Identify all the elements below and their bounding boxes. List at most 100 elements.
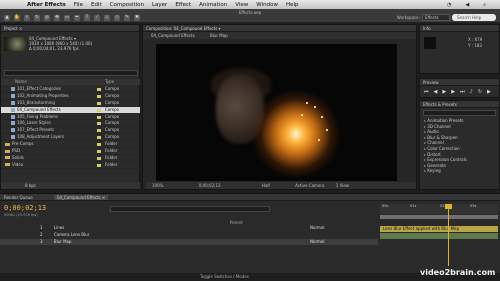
label-color[interactable] — [97, 88, 101, 91]
time-ruler[interactable]: 00s 01s 02s 03s — [380, 204, 498, 214]
play-icon[interactable]: ▶ — [442, 89, 446, 95]
workspace-select[interactable]: Effects — [422, 14, 450, 21]
tab-info[interactable]: Info — [420, 25, 499, 32]
ram-preview-icon[interactable]: ▶ — [487, 89, 491, 95]
label-color[interactable] — [97, 150, 101, 154]
label-color[interactable] — [97, 156, 101, 160]
tab-preview[interactable]: Preview — [420, 79, 499, 86]
col-name[interactable]: Name — [15, 79, 27, 84]
tab-project[interactable]: Project × — [1, 25, 139, 32]
list-item[interactable]: 107_Effect Presets Compo — [1, 127, 140, 135]
view-layout-select[interactable]: 1 View — [336, 183, 349, 188]
folder-icon — [5, 149, 10, 153]
selection-tool-icon[interactable]: ▲ — [4, 15, 10, 21]
effect-category[interactable]: Keying — [420, 168, 499, 174]
zoom-select[interactable]: 100% — [152, 183, 163, 188]
layer-bar-blurmap[interactable] — [380, 233, 498, 239]
camera-tool-icon[interactable]: ◎ — [44, 15, 50, 21]
toggle-switches-modes[interactable]: Toggle Switches / Modes — [200, 274, 249, 279]
wifi-icon[interactable]: ◔ — [447, 2, 451, 8]
roto-tool-icon[interactable]: ✎ — [124, 15, 130, 21]
label-color[interactable] — [97, 163, 101, 167]
resolution-select[interactable]: Half — [262, 183, 270, 188]
subtab-comp[interactable]: 04_Compound Effects — [151, 33, 195, 38]
layer-row[interactable]: 1 Lines Normal — [0, 225, 378, 231]
label-color[interactable] — [97, 136, 101, 140]
col-type[interactable]: Type — [105, 79, 114, 85]
layer-row[interactable]: 2 Camera Lens Blur — [0, 232, 378, 238]
list-item[interactable]: Solids Folder — [1, 155, 140, 162]
audio-icon[interactable]: ♪ — [470, 89, 473, 95]
layer-mode[interactable]: Normal — [310, 225, 324, 231]
list-item-selected[interactable]: 04_Compound Effects Compo — [1, 106, 140, 114]
list-item[interactable]: 102_Animating Properties Compo — [1, 93, 140, 100]
rectangle-tool-icon[interactable]: ▭ — [64, 15, 70, 21]
folder-icon — [5, 142, 10, 146]
label-color[interactable] — [97, 143, 101, 147]
type-tool-icon[interactable]: T — [84, 15, 90, 21]
timeline-timecode[interactable]: 0;00;02;13 — [4, 204, 46, 212]
spotlight-icon[interactable]: ⌕ — [483, 2, 486, 8]
menu-help[interactable]: Help — [286, 2, 299, 8]
tab-timeline-comp[interactable]: 04_Compound Effects × — [53, 195, 109, 200]
loop-icon[interactable]: ↻ — [478, 89, 482, 95]
bit-depth[interactable]: 8 bpc — [25, 183, 36, 188]
tab-composition[interactable]: Composition: 04_Compound Effects ▾ — [143, 25, 416, 32]
timeline-search-input[interactable] — [110, 206, 270, 212]
clone-tool-icon[interactable]: ⊥ — [104, 15, 110, 21]
first-frame-icon[interactable]: ⏮ — [424, 89, 429, 95]
menu-composition[interactable]: Composition — [110, 2, 144, 8]
label-color[interactable] — [97, 108, 101, 112]
list-item[interactable]: 106_Laser Styles Compo — [1, 120, 140, 128]
menu-edit[interactable]: Edit — [91, 2, 102, 8]
video2brain-watermark: video2brain.com — [420, 268, 496, 277]
menu-window[interactable]: Window — [256, 2, 278, 8]
list-item[interactable]: 108_Adjustment Layers Compo — [1, 134, 140, 142]
last-frame-icon[interactable]: ⏭ — [460, 89, 465, 95]
spark — [314, 106, 316, 108]
current-time[interactable]: 0;00;02;13 — [199, 183, 221, 188]
layer-row[interactable]: 3 Blur Map Normal — [0, 239, 378, 245]
menu-view[interactable]: View — [235, 2, 248, 8]
label-color[interactable] — [97, 115, 101, 119]
camera-select[interactable]: Active Camera — [295, 183, 324, 188]
hand-tool-icon[interactable]: ✋ — [14, 15, 20, 21]
eraser-tool-icon[interactable]: ◇ — [114, 15, 120, 21]
list-item[interactable]: 105_Fixing Problems Compo — [1, 114, 140, 121]
search-help-input[interactable]: Search Help — [452, 14, 496, 21]
zoom-tool-icon[interactable]: ⌕ — [24, 15, 30, 21]
rotate-tool-icon[interactable]: ↻ — [34, 15, 40, 21]
list-item[interactable]: Pre-Comps Folder — [1, 141, 140, 149]
subtab-blurmap[interactable]: Blur Map — [210, 33, 228, 38]
list-item[interactable]: PSD Folder — [1, 148, 140, 155]
effects-search-input[interactable] — [423, 110, 496, 116]
list-item[interactable]: Video Folder — [1, 162, 140, 169]
pan-behind-tool-icon[interactable]: ✥ — [54, 15, 60, 21]
label-color[interactable] — [97, 122, 101, 126]
layer-mode[interactable]: Normal — [310, 239, 324, 245]
project-search-input[interactable] — [4, 70, 138, 76]
composition-canvas[interactable] — [156, 44, 397, 181]
layer-bar-lines[interactable]: Lens Blur Effect applied with Blur Map — [380, 226, 498, 232]
menu-effect[interactable]: Effect — [175, 2, 191, 8]
tab-effects-presets[interactable]: Effects & Presets — [420, 101, 499, 108]
volume-icon[interactable]: ◀ — [465, 2, 469, 8]
work-area-bar[interactable] — [380, 215, 498, 219]
menu-file[interactable]: File — [74, 2, 83, 8]
label-color[interactable] — [97, 94, 101, 98]
puppet-tool-icon[interactable]: ✱ — [134, 15, 140, 21]
label-color[interactable] — [97, 129, 101, 133]
project-column-header: Name Type — [1, 79, 140, 85]
list-item[interactable]: 103_Brainstorming Compo — [1, 100, 140, 107]
brush-tool-icon[interactable]: ⁄ — [94, 15, 100, 21]
tab-render-queue[interactable]: Render Queue — [4, 195, 33, 200]
list-item[interactable]: 101_Effect Categories Compo — [1, 86, 140, 93]
pen-tool-icon[interactable]: ✒ — [74, 15, 80, 21]
next-frame-icon[interactable]: ▶ — [451, 89, 455, 95]
current-time-indicator[interactable] — [448, 204, 449, 266]
menu-animation[interactable]: Animation — [199, 2, 227, 8]
menu-layer[interactable]: Layer — [152, 2, 167, 8]
label-color[interactable] — [97, 101, 101, 105]
app-menu[interactable]: After Effects — [27, 2, 66, 8]
prev-frame-icon[interactable]: ◀ — [434, 89, 438, 95]
